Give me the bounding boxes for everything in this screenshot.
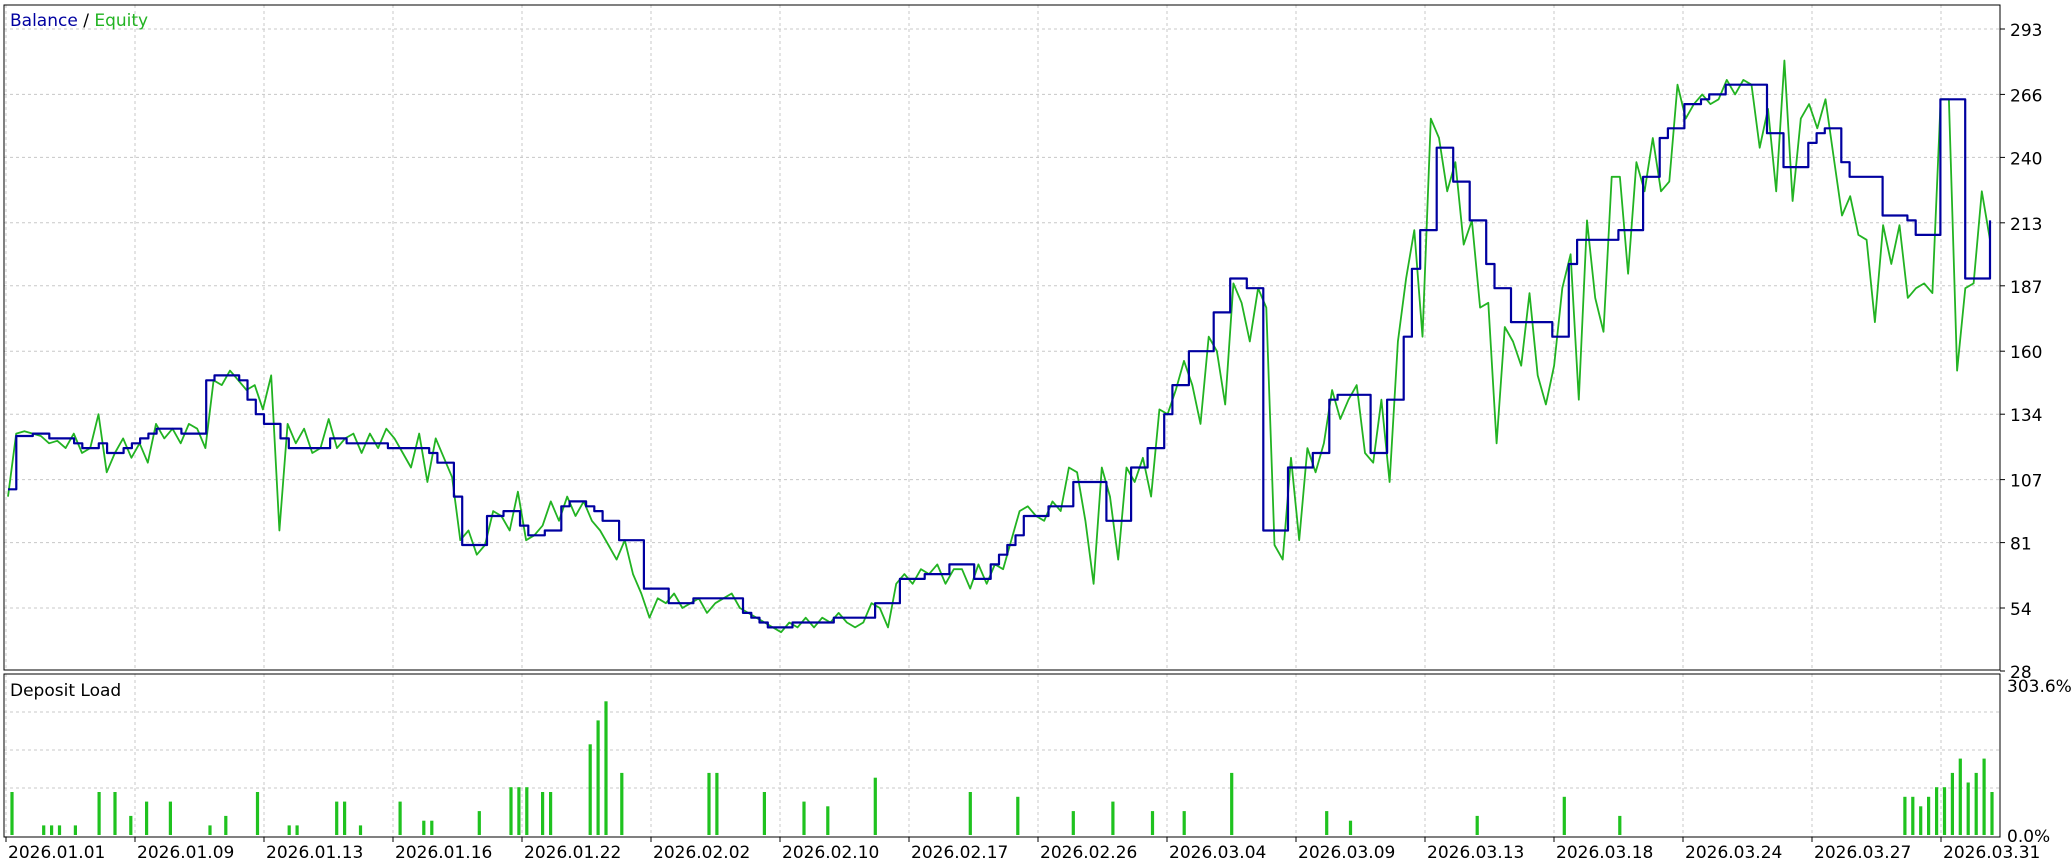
x-tick-label: 2026.03.27 xyxy=(1814,843,1911,861)
deposit-load-bar xyxy=(604,701,608,835)
deposit-load-bar xyxy=(398,801,402,835)
deposit-load-bar xyxy=(549,792,553,835)
deposit-load-bar xyxy=(145,801,149,835)
deposit-load-bar xyxy=(873,777,877,835)
deposit-load-bar xyxy=(168,801,172,835)
deposit-load-max-label: 303.6% xyxy=(2007,677,2072,697)
deposit-load-bar xyxy=(57,825,62,835)
x-tick-label: 2026.03.13 xyxy=(1427,843,1524,861)
deposit-load-bar xyxy=(1974,772,1978,835)
deposit-load-bar xyxy=(1348,820,1353,835)
deposit-load-bar xyxy=(1919,806,1923,835)
legend-separator: / xyxy=(78,11,95,31)
deposit-load-bar xyxy=(422,820,426,835)
deposit-load-bar xyxy=(1911,796,1915,835)
deposit-load-bar xyxy=(596,720,600,835)
y-tick-label: 266 xyxy=(2010,86,2042,106)
x-tick-label: 2026.03.24 xyxy=(1685,843,1782,861)
deposit-load-bar xyxy=(477,811,481,835)
deposit-load-bar xyxy=(1958,758,1962,835)
deposit-load-bar xyxy=(1150,811,1155,835)
deposit-load-bar xyxy=(224,815,228,835)
deposit-load-bar xyxy=(10,792,14,835)
deposit-load-bar xyxy=(50,825,54,835)
deposit-load-bar xyxy=(73,825,77,835)
deposit-load-bar xyxy=(1942,787,1947,835)
deposit-load-bar xyxy=(715,772,719,835)
balance-equity-chart: 293266240213187160134107815428 2026.01.0… xyxy=(0,0,2072,861)
deposit-load-bar xyxy=(430,820,434,835)
y-tick-label: 81 xyxy=(2010,535,2032,555)
x-tick-label: 2026.01.13 xyxy=(266,843,363,861)
deposit-load-bar xyxy=(826,806,830,835)
chart-background xyxy=(0,0,2072,861)
deposit-load-bar xyxy=(1230,772,1234,835)
deposit-load-bar xyxy=(541,792,545,835)
deposit-load-bar xyxy=(1990,792,1994,835)
deposit-load-bar xyxy=(1618,815,1622,835)
legend-balance-label: Balance xyxy=(10,11,78,31)
deposit-load-bar xyxy=(1562,796,1566,835)
y-tick-label: 54 xyxy=(2010,600,2032,620)
x-tick-label: 2026.01.22 xyxy=(524,843,621,861)
deposit-load-bar xyxy=(1927,796,1931,835)
deposit-load-bar xyxy=(1935,787,1939,835)
y-tick-label: 213 xyxy=(2010,215,2042,235)
deposit-load-bar xyxy=(1111,801,1115,835)
deposit-load-bar xyxy=(97,792,101,835)
deposit-load-bar xyxy=(1903,796,1907,835)
deposit-load-bar xyxy=(129,815,133,835)
deposit-load-title: Deposit Load xyxy=(10,681,121,701)
deposit-load-bar xyxy=(295,825,299,835)
y-tick-label: 107 xyxy=(2010,472,2042,492)
deposit-load-bar xyxy=(358,825,363,835)
deposit-load-bar xyxy=(620,772,624,835)
deposit-load-bar xyxy=(1966,782,1970,835)
deposit-load-bar xyxy=(1950,772,1954,835)
deposit-load-bar xyxy=(1071,811,1075,835)
x-tick-label: 2026.02.02 xyxy=(653,843,750,861)
x-tick-label: 2026.03.09 xyxy=(1298,843,1395,861)
deposit-load-bar xyxy=(42,825,46,835)
deposit-load-bar xyxy=(707,772,711,835)
deposit-load-bar xyxy=(1016,796,1020,835)
deposit-load-bar xyxy=(968,792,972,835)
x-tick-label: 2026.03.18 xyxy=(1556,843,1653,861)
legend: Balance / Equity xyxy=(10,11,148,31)
deposit-load-bar xyxy=(1182,811,1186,835)
deposit-load-bar xyxy=(343,801,347,835)
y-tick-label: 240 xyxy=(2010,149,2042,169)
deposit-load-bar xyxy=(762,792,766,835)
deposit-load-bar xyxy=(208,825,212,835)
deposit-load-bar xyxy=(1475,815,1479,835)
x-tick-label: 2026.03.04 xyxy=(1169,843,1266,861)
legend-equity-label: Equity xyxy=(94,11,148,31)
deposit-load-min-label: 0.0% xyxy=(2007,827,2050,847)
deposit-load-bar xyxy=(802,801,806,835)
deposit-load-bar xyxy=(517,787,521,835)
deposit-load-bar xyxy=(1982,758,1986,835)
y-tick-label: 134 xyxy=(2010,406,2042,426)
deposit-load-bar xyxy=(509,787,513,835)
deposit-load-bar xyxy=(255,792,260,835)
deposit-load-bar xyxy=(113,792,117,835)
y-tick-label: 187 xyxy=(2010,278,2042,298)
y-tick-label: 160 xyxy=(2010,343,2042,363)
x-tick-label: 2026.02.17 xyxy=(911,843,1008,861)
deposit-load-bar xyxy=(287,825,291,835)
deposit-load-bar xyxy=(1325,811,1329,835)
deposit-load-bar xyxy=(588,744,592,835)
deposit-load-bar xyxy=(525,787,529,835)
x-tick-label: 2026.01.16 xyxy=(395,843,492,861)
x-tick-label: 2026.02.26 xyxy=(1040,843,1137,861)
deposit-load-bar xyxy=(335,801,339,835)
x-tick-label: 2026.01.01 xyxy=(8,843,105,861)
x-tick-label: 2026.02.10 xyxy=(782,843,879,861)
y-tick-label: 293 xyxy=(2010,21,2042,41)
x-tick-label: 2026.01.09 xyxy=(137,843,234,861)
